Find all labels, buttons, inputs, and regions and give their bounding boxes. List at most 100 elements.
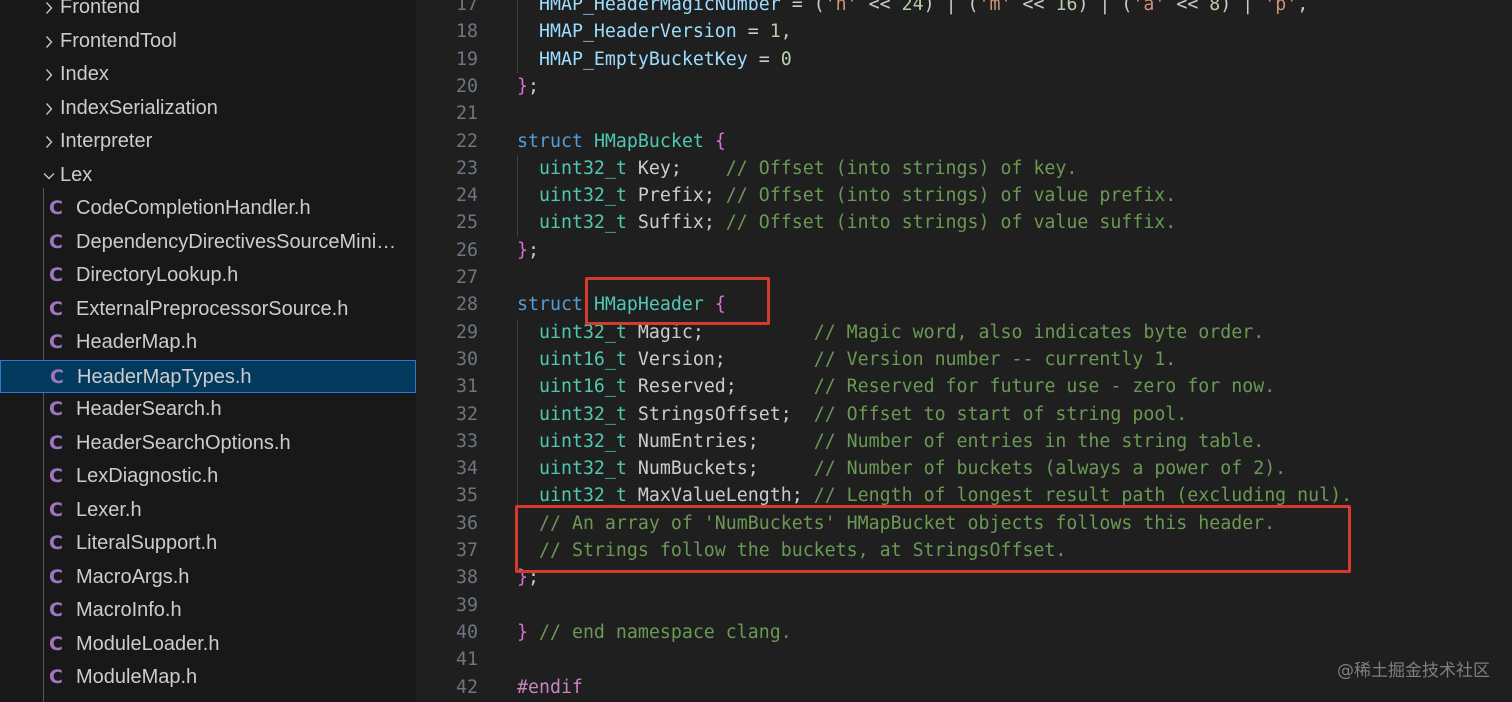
tree-file-headermap-h[interactable]: C HeaderMap.h <box>0 326 416 359</box>
line-number: 40 <box>456 621 478 643</box>
c-language-icon: C <box>49 498 63 521</box>
code-token: uint32_t <box>539 485 627 507</box>
tree-item-label: HeaderMap.h <box>76 331 198 353</box>
tree-file-macroinfo-h[interactable]: C MacroInfo.h <box>0 594 416 627</box>
code-token: << <box>857 0 902 15</box>
line-number: 38 <box>456 567 478 589</box>
struct-name-highlight-box <box>585 277 770 325</box>
tree-folder-interpreter[interactable]: Interpreter <box>0 125 416 158</box>
tree-file-headermaptypes-h[interactable]: C HeaderMapTypes.h <box>0 359 416 393</box>
tree-file-macroargs-h[interactable]: C MacroArgs.h <box>0 561 416 594</box>
tree-folder-lex[interactable]: Lex <box>0 159 416 192</box>
code-token: 0 <box>780 48 792 70</box>
c-language-icon: C <box>49 599 63 621</box>
tree-file-externalpreprocessorsource-h[interactable]: C ExternalPreprocessorSource.h <box>0 293 416 326</box>
code-token: // Offset (into strings) of value suffix… <box>725 212 1177 234</box>
code-line: 17 HMAP_HeaderMagicNumber = ('h' << 24) |… <box>416 0 1512 18</box>
code-token: uint32_t <box>539 403 627 425</box>
code-token: MaxValueLength; <box>626 485 814 507</box>
chevron-right-icon[interactable] <box>38 0 60 24</box>
tree-file-dependencydirectivessourceminimizer-h[interactable]: C DependencyDirectivesSourceMinimizer.h <box>0 226 416 259</box>
code-line: 39 <box>416 592 1512 619</box>
tree-file-directorylookup-h[interactable]: C DirectoryLookup.h <box>0 259 416 292</box>
tree-file-codecompletionhandler-h[interactable]: C CodeCompletionHandler.h <box>0 192 416 225</box>
tree-item-label: HeaderMapTypes.h <box>77 365 252 388</box>
code-line: 24 uint32_t Prefix; // Offset (into strin… <box>416 182 1512 209</box>
code-text: uint32_t NumBuckets; // Number of bucket… <box>539 455 1286 482</box>
tree-file-literalsupport-h[interactable]: C LiteralSupport.h <box>0 527 416 560</box>
tree-item-label: MultipleIncludeOpt.h <box>76 695 258 702</box>
c-language-icon: C <box>49 331 63 353</box>
code-token: HMapBucket <box>593 130 704 152</box>
c-language-icon: C <box>49 297 63 320</box>
code-line: 22 struct HMapBucket { <box>416 128 1512 155</box>
line-number: 39 <box>456 594 478 616</box>
code-line: 27 <box>416 264 1512 291</box>
chevron-right-icon[interactable] <box>38 92 60 125</box>
tree-folder-frontendtool[interactable]: FrontendTool <box>0 25 416 58</box>
code-token: // Offset to start of string pool. <box>813 403 1188 425</box>
tree-item-label: ModuleLoader.h <box>76 632 220 655</box>
tree-item-label: ExternalPreprocessorSource.h <box>76 297 349 320</box>
tree-item-label: LiteralSupport.h <box>76 532 218 554</box>
tree-file-multipleincludeopt-h[interactable]: CMultipleIncludeOpt.h <box>0 695 416 702</box>
code-token: } <box>517 239 528 261</box>
code-token: 16 <box>1055 0 1078 15</box>
code-line: 23 uint32_t Key; // Offset (into strings)… <box>416 155 1512 182</box>
code-line: 18 HMAP_HeaderVersion = 1, <box>416 18 1512 45</box>
tree-folder-frontend[interactable]: Frontend <box>0 0 416 24</box>
code-token: = <box>747 48 781 70</box>
c-language-icon: C <box>49 695 76 702</box>
line-number: 33 <box>456 430 478 452</box>
tree-folder-indexserialization[interactable]: IndexSerialization <box>0 92 416 125</box>
code-token: HMAP_HeaderVersion <box>539 21 737 43</box>
code-text: uint32_t Suffix; // Offset (into strings… <box>539 209 1176 236</box>
tree-item-label: Lexer.h <box>76 498 142 521</box>
tree-item-label: LexDiagnostic.h <box>76 465 219 487</box>
code-token: Suffix; <box>626 212 726 234</box>
code-token: // Number of buckets (always a power of … <box>813 458 1287 480</box>
line-number: 29 <box>456 321 478 343</box>
code-editor[interactable]: 17 HMAP_HeaderMagicNumber = ('h' << 24) |… <box>416 0 1512 702</box>
watermark: @稀土掘金技术社区 <box>1337 661 1490 681</box>
tree-file-moduleloader-h[interactable]: C ModuleLoader.h <box>0 628 416 661</box>
line-number: 41 <box>456 649 478 671</box>
line-number: 36 <box>456 512 478 534</box>
line-number: 42 <box>456 676 478 698</box>
code-token: ) | <box>1220 0 1265 15</box>
line-number: 27 <box>456 267 478 288</box>
code-token: // Reserved for future use - zero for no… <box>813 376 1276 398</box>
code-token: StringsOffset; <box>626 403 814 425</box>
code-token: } <box>517 75 528 97</box>
chevron-right-icon[interactable] <box>38 25 60 58</box>
tree-item-label: DependencyDirectivesSourceMinimizer.h <box>76 230 408 253</box>
tree-folder-index[interactable]: Index <box>0 58 416 91</box>
code-token: Key; <box>626 157 726 179</box>
code-token: ) | ( <box>1077 0 1133 15</box>
code-line: 26}; <box>416 237 1512 264</box>
file-explorer[interactable]: Frontend FrontendTool Index IndexSerializat… <box>0 0 416 702</box>
tree-file-modulemap-h[interactable]: C ModuleMap.h <box>0 661 416 694</box>
code-text: uint16_t Reserved; // Reserved for futur… <box>539 373 1275 400</box>
code-line: 33 uint32_t NumEntries; // Number of entr… <box>416 428 1512 455</box>
chevron-down-icon[interactable] <box>38 159 60 192</box>
code-token: uint32_t <box>539 458 627 480</box>
code-token: 'm' <box>978 0 1012 15</box>
code-text: HMAP_HeaderMagicNumber = ('h' << 24) | (… <box>539 0 1308 18</box>
chevron-right-icon[interactable] <box>38 125 60 158</box>
code-text: }; <box>517 73 539 100</box>
tree-file-headersearchoptions-h[interactable]: C HeaderSearchOptions.h <box>0 427 416 460</box>
chevron-right-icon[interactable] <box>38 58 60 91</box>
code-token: Reserved; <box>626 376 814 398</box>
line-number: 32 <box>456 403 478 425</box>
code-token: // Offset (into strings) of value prefix… <box>725 185 1177 207</box>
tree-item-label: ModuleMap.h <box>76 666 198 688</box>
line-number: 22 <box>456 130 478 152</box>
tree-item-label: Interpreter <box>60 130 153 152</box>
tree-file-lexdiagnostic-h[interactable]: C LexDiagnostic.h <box>0 460 416 493</box>
tree-file-headersearch-h[interactable]: C HeaderSearch.h <box>0 393 416 426</box>
tree-file-lexer-h[interactable]: C Lexer.h <box>0 494 416 527</box>
code-text: uint16_t Version; // Version number -- c… <box>539 346 1176 373</box>
code-text: struct HMapBucket { <box>517 128 726 155</box>
line-number: 37 <box>456 540 478 561</box>
